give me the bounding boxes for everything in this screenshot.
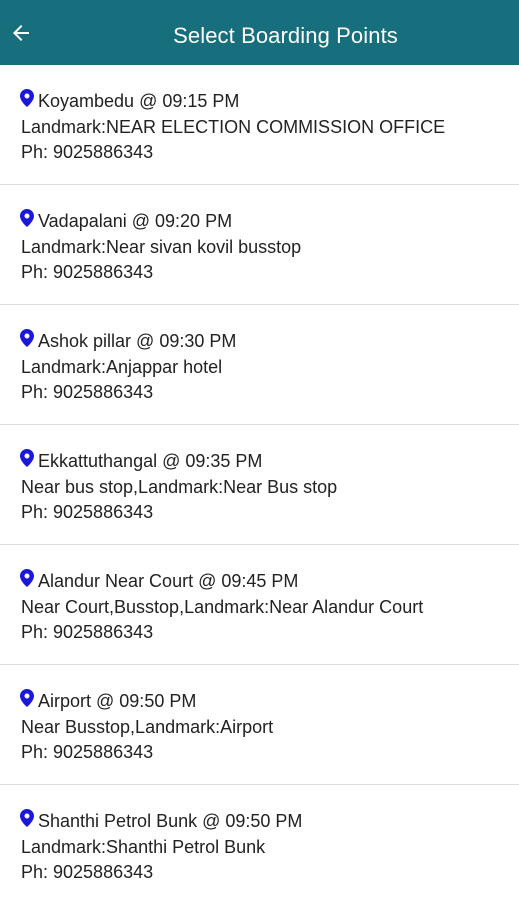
boarding-point-landmark: Landmark:Anjappar hotel [21,357,223,377]
boarding-point-phone: Ph: 9025886343 [21,742,154,762]
boarding-point-phone: Ph: 9025886343 [21,622,154,642]
boarding-point-name: Ashok pillar @ 09:30 PM [38,331,237,351]
boarding-point-landmark: Landmark:Shanthi Petrol Bunk [21,837,266,857]
location-pin-icon [20,449,34,467]
boarding-point-item[interactable]: Ekkattuthangal @ 09:35 PM Near bus stop,… [0,425,519,545]
boarding-point-name: Ekkattuthangal @ 09:35 PM [38,451,263,471]
app-bar: Select Boarding Points [0,0,519,65]
location-pin-icon [20,209,34,227]
boarding-point-name: Alandur Near Court @ 09:45 PM [38,571,299,591]
boarding-point-item[interactable]: Vadapalani @ 09:20 PM Landmark:Near siva… [0,185,519,305]
boarding-point-phone: Ph: 9025886343 [21,142,154,162]
boarding-point-landmark: Landmark:Near sivan kovil busstop [21,237,302,257]
boarding-point-phone: Ph: 9025886343 [21,262,154,282]
boarding-point-landmark: Landmark:NEAR ELECTION COMMISSION OFFICE [21,117,446,137]
boarding-point-phone: Ph: 9025886343 [21,862,154,882]
boarding-points-list: Koyambedu @ 09:15 PM Landmark:NEAR ELECT… [0,65,519,900]
location-pin-icon [20,569,34,587]
boarding-point-name: Vadapalani @ 09:20 PM [38,211,233,231]
boarding-point-item[interactable]: Alandur Near Court @ 09:45 PM Near Court… [0,545,519,665]
boarding-point-item[interactable]: Shanthi Petrol Bunk @ 09:50 PM Landmark:… [0,785,519,900]
location-pin-icon [20,689,34,707]
boarding-point-item[interactable]: Koyambedu @ 09:15 PM Landmark:NEAR ELECT… [0,65,519,185]
location-pin-icon [20,329,34,347]
boarding-point-phone: Ph: 9025886343 [21,502,154,522]
location-pin-icon [20,809,34,827]
boarding-point-name: Shanthi Petrol Bunk @ 09:50 PM [38,811,303,831]
app-screen: Select Boarding Points Koyambedu @ 09:15… [0,0,519,900]
boarding-point-phone: Ph: 9025886343 [21,382,154,402]
page-title: Select Boarding Points [173,23,398,48]
location-pin-icon [20,89,34,107]
boarding-point-item[interactable]: Airport @ 09:50 PM Near Busstop,Landmark… [0,665,519,785]
boarding-point-landmark: Near bus stop,Landmark:Near Bus stop [21,477,338,497]
boarding-point-item[interactable]: Ashok pillar @ 09:30 PM Landmark:Anjappa… [0,305,519,425]
boarding-point-name: Airport @ 09:50 PM [38,691,197,711]
boarding-point-landmark: Near Busstop,Landmark:Airport [21,717,274,737]
boarding-point-landmark: Near Court,Busstop,Landmark:Near Alandur… [21,597,424,617]
boarding-point-name: Koyambedu @ 09:15 PM [38,91,240,111]
